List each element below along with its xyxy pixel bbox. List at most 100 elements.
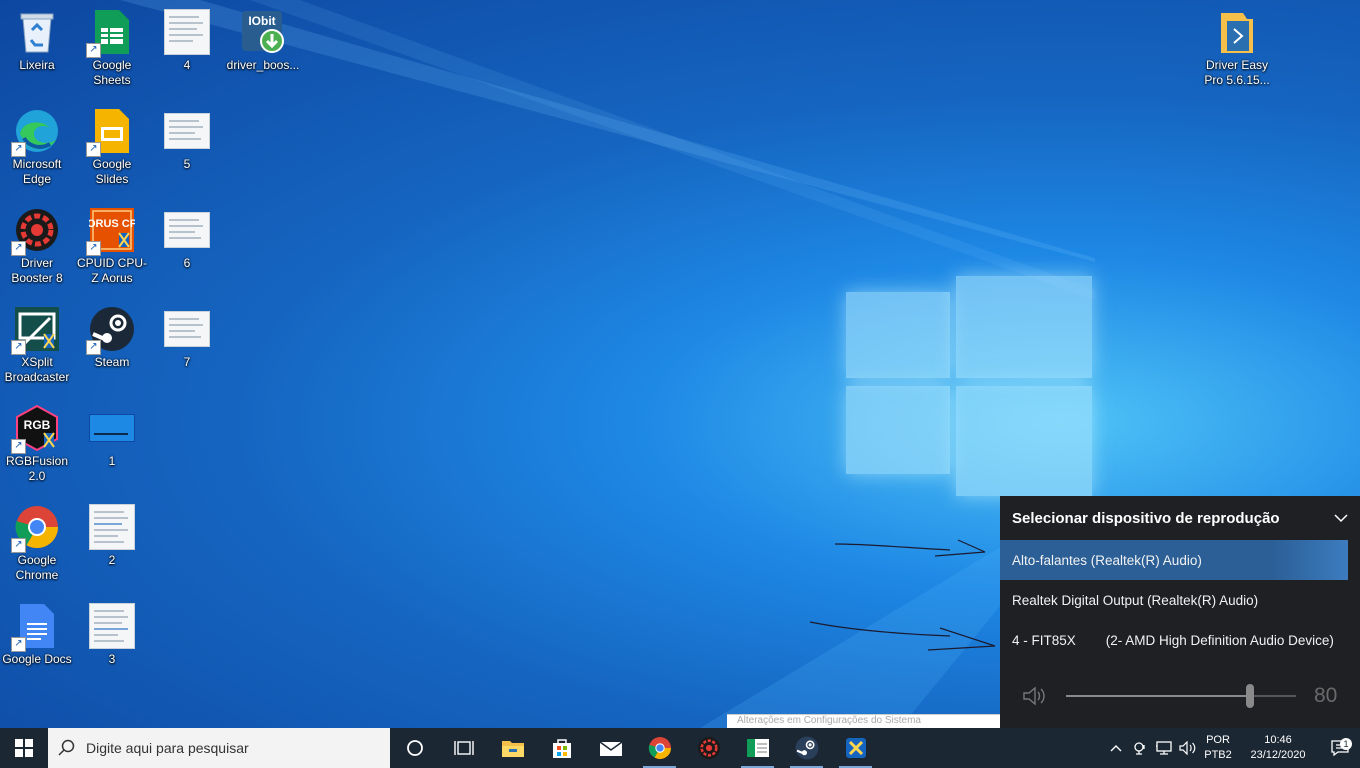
aorus-logo-text: AORUS CPU — [89, 218, 135, 230]
desktop-icon-cpuz-aorus[interactable]: AORUS CPU ↗ CPUID CPU-Z Aorus — [75, 206, 149, 286]
shortcut-arrow-icon: ↗ — [11, 241, 26, 256]
desktop-icon-label: Steam — [94, 355, 130, 369]
annotation-arrows — [809, 539, 996, 651]
desktop-icon-label: Microsoft Edge — [12, 157, 62, 186]
shortcut-arrow-icon: ↗ — [11, 538, 26, 553]
action-center-button[interactable]: 1 — [1320, 738, 1360, 756]
desktop-icon-google-sheets[interactable]: ↗ Google Sheets — [75, 8, 149, 88]
show-hidden-icons-chevron-up-icon[interactable] — [1104, 744, 1128, 752]
taskbar-clock[interactable]: 10:46 23/12/2020 — [1236, 733, 1320, 763]
background-window-strip: Alterações em Configurações do Sistema — [727, 714, 1010, 729]
taskbar-sheets-window[interactable] — [733, 728, 782, 768]
desktop-icon-recycle-bin[interactable]: Lixeira — [0, 8, 74, 73]
audio-device-speakers[interactable]: Alto-falantes (Realtek(R) Audio) — [1000, 540, 1348, 580]
search-icon — [48, 739, 86, 757]
taskbar-mail[interactable] — [586, 728, 635, 768]
device-name: Realtek Digital Output (Realtek(R) Audio… — [1012, 592, 1259, 608]
webcam-tray-icon[interactable] — [1128, 741, 1152, 755]
desktop-icon-image-2[interactable]: 2 — [75, 503, 149, 568]
flyout-header[interactable]: Selecionar dispositivo de reprodução — [1000, 496, 1360, 540]
desktop-icon-image-6[interactable]: 6 — [150, 206, 224, 271]
iobit-installer-icon: IObit — [239, 8, 287, 56]
device-detail: (2- AMD High Definition Audio Device) — [1105, 632, 1334, 648]
desktop-icon-xsplit-broadcaster[interactable]: ↗ XSplit Broadcaster — [0, 305, 74, 385]
taskbar-xsplit[interactable] — [831, 728, 880, 768]
volume-slider[interactable] — [1066, 684, 1296, 708]
shortcut-arrow-icon: ↗ — [86, 241, 101, 256]
language-code: POR — [1206, 734, 1230, 746]
desktop-icon-driver-booster-8[interactable]: ↗ Driver Booster 8 — [0, 206, 74, 286]
desktop-icon-label: RGBFusion 2.0 — [5, 454, 69, 483]
image-thumbnail-icon — [88, 503, 136, 551]
cpuz-aorus-icon: AORUS CPU ↗ — [86, 206, 136, 256]
flyout-title: Selecionar dispositivo de reprodução — [1012, 509, 1280, 527]
taskbar-file-explorer[interactable] — [488, 728, 537, 768]
desktop-icon-google-slides[interactable]: ↗ Google Slides — [75, 107, 149, 187]
speaker-volume-icon[interactable] — [1022, 686, 1048, 711]
input-language-indicator[interactable]: POR PTB2 — [1200, 733, 1236, 763]
steam-icon: ↗ — [86, 305, 136, 355]
desktop-icon-label: Driver Booster 8 — [11, 256, 63, 285]
shortcut-arrow-icon: ↗ — [11, 340, 26, 355]
desktop-icon-image-3[interactable]: 3 — [75, 602, 149, 667]
desktop-icon-google-chrome[interactable]: ↗ Google Chrome — [0, 503, 74, 583]
image-thumbnail-icon — [163, 206, 211, 254]
start-button[interactable] — [0, 728, 48, 768]
audio-device-fit85x[interactable]: 4 - FIT85X (2- AMD High Definition Audio… — [1000, 620, 1360, 660]
mail-icon — [599, 741, 622, 756]
desktop-icon-label: 3 — [108, 652, 116, 666]
desktop-icon-driver-booster-setup[interactable]: IObit driver_boos... — [226, 8, 300, 73]
clock-time: 10:46 — [1264, 734, 1292, 746]
file-explorer-icon — [501, 741, 524, 757]
xsplit-icon: ↗ — [11, 305, 61, 355]
taskbar-store[interactable] — [537, 728, 586, 768]
sheets-icon — [746, 739, 769, 757]
desktop-icon-image-7[interactable]: 7 — [150, 305, 224, 370]
task-view-button[interactable] — [439, 728, 488, 768]
image-thumbnail-icon — [88, 602, 136, 650]
image-thumbnail-icon — [163, 8, 211, 56]
desktop-icon-microsoft-edge[interactable]: ↗ Microsoft Edge — [0, 107, 74, 187]
desktop-icon-rgbfusion[interactable]: RGB ↗ RGBFusion 2.0 — [0, 404, 74, 484]
taskbar-steam[interactable] — [782, 728, 831, 768]
cortana-button[interactable] — [390, 728, 439, 768]
desktop-icon-image-4[interactable]: 4 — [150, 8, 224, 73]
network-icon[interactable] — [1152, 741, 1176, 755]
desktop-icon-driver-easy-pro[interactable]: Driver Easy Pro 5.6.15... — [1200, 8, 1274, 88]
desktop-icon-label: driver_boos... — [226, 58, 300, 72]
desktop-icon-label: Driver Easy Pro 5.6.15... — [1204, 58, 1270, 87]
taskbar-chrome[interactable] — [635, 728, 684, 768]
taskbar-search-box[interactable]: Digite aqui para pesquisar — [48, 728, 390, 768]
volume-slider-thumb[interactable] — [1246, 684, 1254, 708]
desktop-icon-google-docs[interactable]: ↗ Google Docs — [0, 602, 74, 667]
shortcut-arrow-icon: ↗ — [11, 439, 26, 454]
volume-icon[interactable] — [1176, 741, 1200, 755]
desktop-icon-label: Lixeira — [19, 58, 55, 72]
device-name: Alto-falantes (Realtek(R) Audio) — [1012, 552, 1202, 568]
audio-device-flyout: Selecionar dispositivo de reprodução Alt… — [1000, 496, 1360, 728]
desktop-icon-label: 6 — [183, 256, 191, 270]
system-tray: POR PTB2 10:46 23/12/2020 1 — [1104, 728, 1360, 768]
taskbar-driver-booster[interactable] — [684, 728, 733, 768]
desktop-icon-label: Google Slides — [92, 157, 132, 186]
audio-device-digital-output[interactable]: Realtek Digital Output (Realtek(R) Audio… — [1000, 580, 1360, 620]
driver-booster-icon: ↗ — [11, 206, 61, 256]
google-slides-icon: ↗ — [86, 107, 136, 157]
rgb-logo-text: RGB — [24, 418, 51, 432]
volume-value: 80 — [1314, 684, 1338, 707]
volume-slider-fill — [1066, 695, 1250, 697]
shortcut-arrow-icon: ↗ — [11, 637, 26, 652]
desktop-icon-image-5[interactable]: 5 — [150, 107, 224, 172]
shortcut-arrow-icon: ↗ — [86, 340, 101, 355]
xsplit-x-icon — [845, 738, 866, 758]
desktop-icon-label: 1 — [108, 454, 116, 468]
chevron-down-icon[interactable] — [1334, 510, 1348, 527]
desktop-icon-steam[interactable]: ↗ Steam — [75, 305, 149, 370]
windows-logo-icon — [15, 739, 33, 757]
desktop-icon-image-1[interactable]: 1 — [75, 404, 149, 469]
desktop-icon-label: Google Sheets — [92, 58, 132, 87]
recycle-bin-icon — [13, 8, 61, 56]
desktop-icon-label: 4 — [183, 58, 191, 72]
steam-icon — [795, 736, 818, 760]
windows-wallpaper-logo — [846, 258, 1094, 498]
